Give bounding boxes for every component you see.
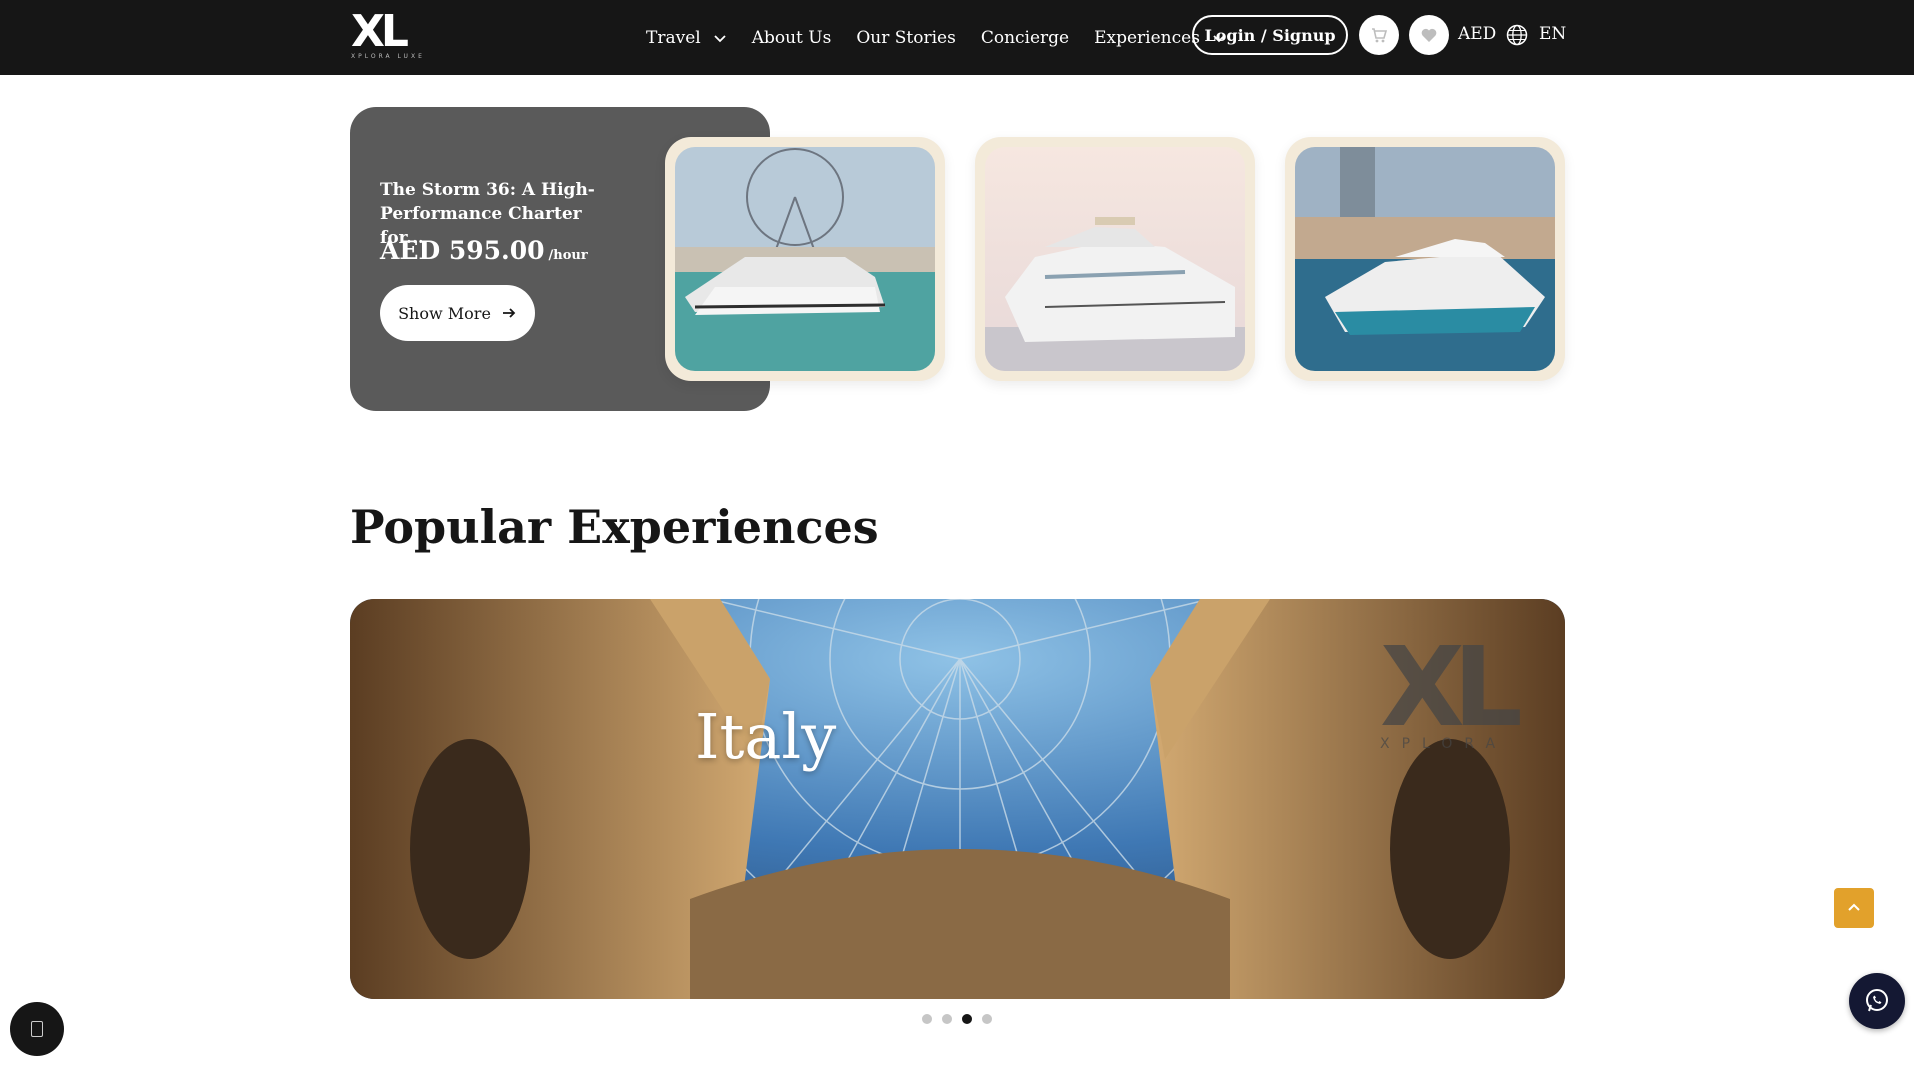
carousel-dots (922, 1014, 1002, 1024)
price-unit: /hour (548, 248, 588, 263)
chevron-up-icon (1848, 903, 1860, 911)
nav-about-us[interactable]: About Us (752, 28, 832, 48)
login-signup-button[interactable]: Login / Signup (1192, 15, 1348, 55)
carousel-dot[interactable] (982, 1014, 992, 1024)
banner-watermark: XL XPLORA (1380, 623, 1523, 762)
nav-our-stories[interactable]: Our Stories (856, 28, 955, 48)
carousel-dot[interactable] (942, 1014, 952, 1024)
nav-about-us-label: About Us (751, 27, 832, 48)
yacht-photo (985, 147, 1245, 371)
heart-icon (1421, 28, 1437, 42)
top-navbar: XL XPLORA LUXE Travel About Us Our Stori… (0, 0, 1914, 75)
carousel-dot-active[interactable] (962, 1014, 972, 1024)
chat-widget-button[interactable] (10, 1002, 64, 1056)
logo-subtext: XPLORA LUXE (351, 53, 425, 60)
yacht-photo (1295, 147, 1555, 371)
nav-travel-label: Travel (646, 27, 701, 48)
scroll-to-top-button[interactable] (1834, 888, 1874, 928)
whatsapp-button[interactable] (1849, 973, 1905, 1029)
currency-selector[interactable]: AED (1458, 24, 1496, 44)
logo-mark: XL (351, 6, 409, 57)
watermark-subtext: XPLORA (1380, 736, 1508, 752)
cart-button[interactable] (1359, 15, 1399, 55)
wishlist-button[interactable] (1409, 15, 1449, 55)
price-value: AED 595.00 (380, 236, 545, 265)
section-heading: Popular Experiences (350, 500, 879, 554)
main-nav: Travel About Us Our Stories Concierge Ex… (646, 0, 1251, 75)
yacht-card[interactable] (975, 137, 1255, 381)
yacht-card[interactable] (1285, 137, 1565, 381)
nav-concierge[interactable]: Concierge (981, 28, 1069, 48)
nav-concierge-label: Concierge (980, 27, 1070, 48)
watermark-mark: XL (1380, 623, 1523, 751)
brand-logo[interactable]: XL XPLORA LUXE (351, 6, 422, 62)
carousel-dot[interactable] (922, 1014, 932, 1024)
yacht-card[interactable] (665, 137, 945, 381)
show-more-button[interactable]: Show More (380, 285, 535, 341)
chat-icon (31, 1021, 43, 1037)
nav-our-stories-label: Our Stories (856, 27, 956, 48)
cart-icon (1372, 28, 1388, 43)
chevron-down-icon (714, 34, 726, 42)
language-selector[interactable]: EN (1539, 24, 1566, 44)
globe-icon[interactable] (1506, 24, 1528, 46)
featured-price: AED 595.00/hour (380, 236, 588, 265)
whatsapp-icon (1866, 989, 1888, 1012)
nav-experiences-label: Experiences (1094, 27, 1200, 48)
banner-label: Italy (695, 700, 837, 773)
arrow-right-icon (502, 308, 516, 318)
nav-travel[interactable]: Travel (646, 28, 727, 48)
show-more-label: Show More (398, 303, 491, 323)
yacht-photo (675, 147, 935, 371)
